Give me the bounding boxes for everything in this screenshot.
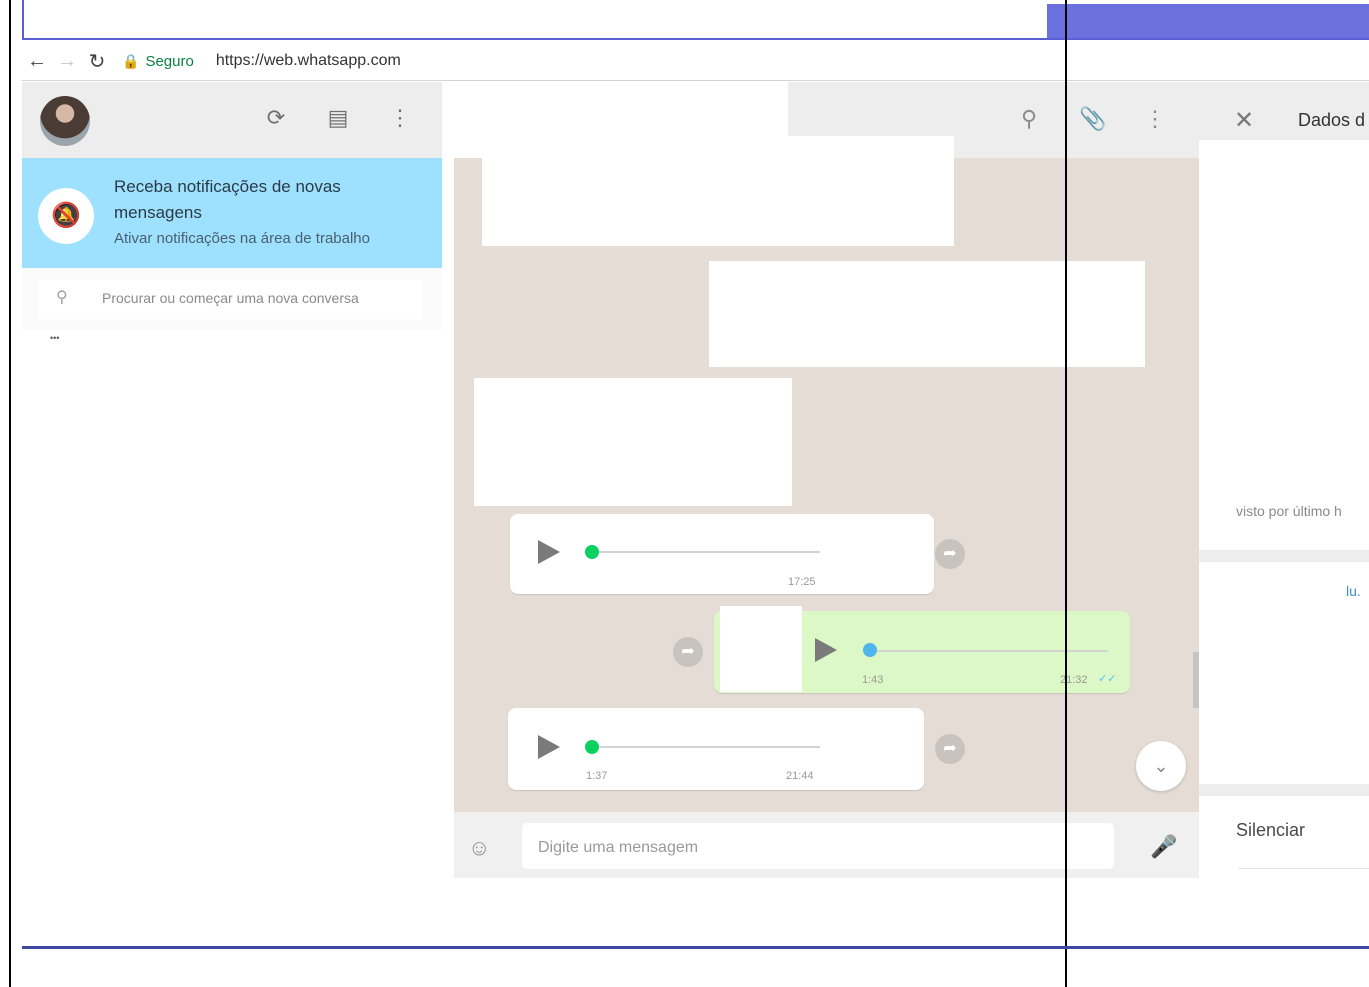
forward-icon[interactable]: ➦ bbox=[935, 734, 965, 764]
reload-icon[interactable]: ↻ bbox=[82, 49, 112, 74]
taskbar-edge bbox=[22, 946, 1369, 949]
audio-progress-track[interactable] bbox=[870, 650, 1108, 652]
url-field[interactable]: https://web.whatsapp.com bbox=[216, 52, 401, 70]
menu-icon[interactable]: ⋮ bbox=[1140, 104, 1170, 134]
audio-progress-track[interactable] bbox=[592, 746, 820, 748]
redacted-message bbox=[482, 136, 954, 246]
redacted-avatar bbox=[720, 606, 802, 692]
play-icon[interactable] bbox=[538, 540, 560, 564]
contact-info-title: Dados d bbox=[1298, 110, 1366, 130]
address-bar: ← → ↻ 🔒 Seguro https://web.whatsapp.com bbox=[22, 42, 1369, 81]
search-icon: ⚲ bbox=[56, 289, 68, 306]
chat-left-gutter bbox=[442, 158, 454, 878]
chat-list-item-fragment: ••• bbox=[50, 333, 60, 343]
audio-progress-track[interactable] bbox=[592, 551, 820, 553]
scroll-down-button[interactable]: ⌄ bbox=[1136, 741, 1186, 791]
audio-duration: 1:37 bbox=[586, 770, 608, 782]
tab-strip-border bbox=[22, 38, 1369, 40]
notification-subtitle[interactable]: Ativar notificações na área de trabalho bbox=[114, 230, 370, 247]
search-icon[interactable]: ⚲ bbox=[1014, 104, 1044, 134]
divider bbox=[1238, 868, 1369, 869]
contact-link[interactable]: lu. bbox=[1346, 583, 1361, 599]
message-time: 17:25 bbox=[788, 576, 816, 588]
chat-list bbox=[22, 330, 442, 948]
play-icon[interactable] bbox=[815, 638, 837, 662]
menu-icon[interactable]: ⋮ bbox=[386, 104, 414, 132]
emoji-icon[interactable]: ☺ bbox=[468, 835, 490, 861]
audio-message-bubble bbox=[510, 514, 934, 594]
active-tab-accent bbox=[1047, 4, 1369, 38]
avatar[interactable] bbox=[40, 96, 90, 146]
message-input-placeholder: Digite uma mensagem bbox=[538, 839, 699, 856]
secure-label: Seguro bbox=[145, 52, 194, 70]
mute-option[interactable]: Silenciar bbox=[1236, 820, 1305, 841]
message-time: 21:44 bbox=[786, 770, 814, 782]
audio-message-bubble bbox=[508, 708, 924, 790]
forward-arrow-icon[interactable]: → bbox=[52, 50, 82, 73]
microphone-icon[interactable]: 🎤 bbox=[1150, 834, 1177, 860]
redacted-message bbox=[474, 378, 792, 506]
forward-icon[interactable]: ➦ bbox=[935, 539, 965, 569]
last-seen-text: visto por último h bbox=[1236, 503, 1342, 519]
play-icon[interactable] bbox=[538, 735, 560, 759]
redacted-message bbox=[709, 261, 1145, 367]
notification-title: Receba notificações de novas mensagens bbox=[114, 177, 341, 222]
annotation-line bbox=[9, 0, 11, 987]
search-input[interactable]: Procurar ou começar uma nova conversa bbox=[102, 290, 359, 306]
contact-about-card bbox=[1199, 562, 1369, 784]
audio-duration: 1:43 bbox=[862, 674, 884, 686]
bell-off-icon: 🔕 bbox=[38, 188, 94, 244]
audio-progress-knob[interactable] bbox=[585, 545, 599, 559]
audio-progress-knob[interactable] bbox=[863, 643, 877, 657]
annotation-line bbox=[1065, 0, 1067, 987]
close-icon[interactable]: ✕ bbox=[1234, 106, 1254, 135]
back-arrow-icon[interactable]: ← bbox=[22, 50, 52, 73]
audio-progress-knob[interactable] bbox=[585, 740, 599, 754]
contact-profile-card bbox=[1199, 140, 1369, 550]
new-chat-icon[interactable]: ▤ bbox=[324, 104, 352, 132]
status-icon[interactable]: ⟳ bbox=[262, 104, 290, 132]
forward-icon[interactable]: ➦ bbox=[673, 637, 703, 667]
attach-icon[interactable]: 📎 bbox=[1078, 104, 1108, 134]
contact-settings-card bbox=[1199, 796, 1369, 948]
lock-icon: 🔒 bbox=[122, 52, 140, 69]
double-check-icon: ✓✓ bbox=[1098, 673, 1117, 685]
